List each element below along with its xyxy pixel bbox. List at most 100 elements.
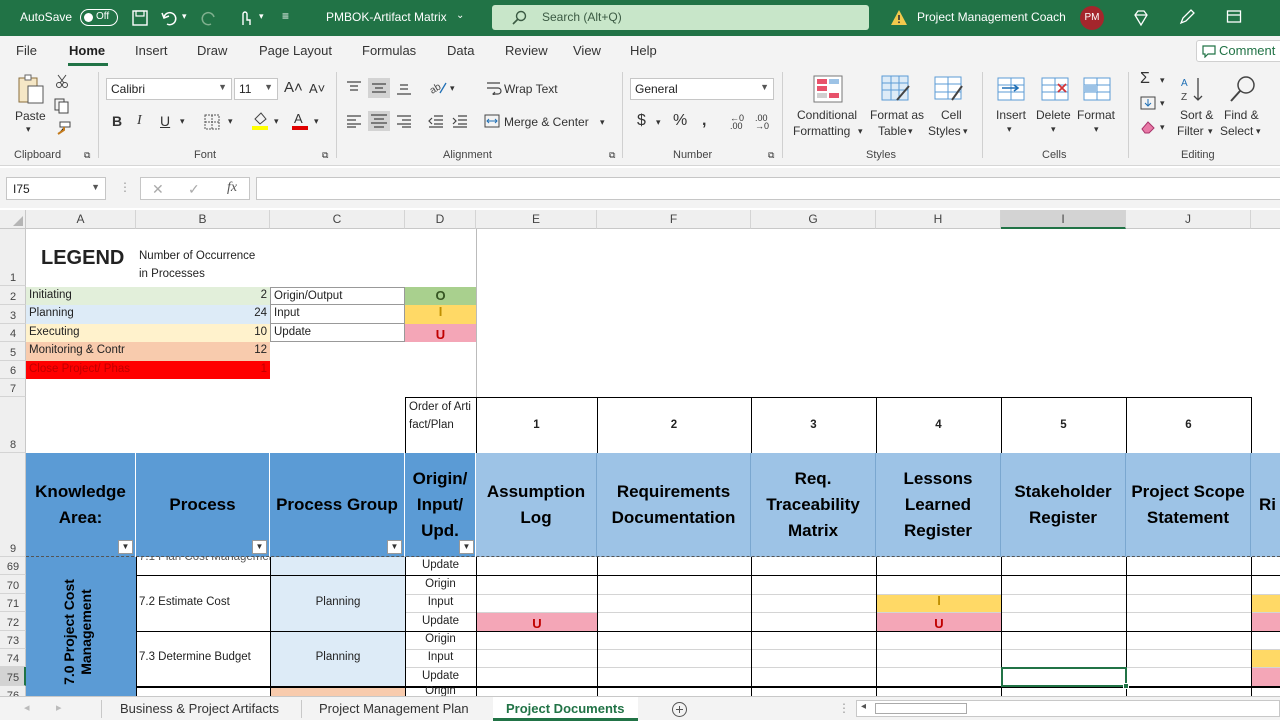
row-header[interactable]: 7 [0,379,26,397]
ribbon-display-icon[interactable] [1226,9,1242,25]
touch-mode-icon[interactable] [236,9,254,27]
merge-center-label[interactable]: Merge & Center [504,115,589,129]
row-header[interactable]: 74 [0,649,26,667]
save-icon[interactable] [131,9,149,27]
font-color-icon[interactable]: A [292,111,308,131]
comments-button[interactable]: Comment [1196,40,1280,62]
clear-icon[interactable] [1140,120,1156,134]
menu-help[interactable]: Help [630,43,657,58]
insert-cells-icon[interactable] [996,76,1026,102]
fill-dropdown-icon[interactable]: ▾ [274,116,279,127]
menu-insert[interactable]: Insert [135,43,168,58]
orientation-dropdown-icon[interactable]: ▾ [450,83,455,94]
menu-view[interactable]: View [573,43,601,58]
font-color-dropdown-icon[interactable]: ▾ [314,116,319,127]
insert-cells-label[interactable]: Insert [996,108,1026,122]
find-select-label-1[interactable]: Find & [1224,108,1259,122]
menu-home[interactable]: Home [69,43,105,58]
scroll-right-icon[interactable]: ▸ [56,701,62,714]
menu-formulas[interactable]: Formulas [362,43,416,58]
menu-file[interactable]: File [16,43,37,58]
scroll-left-arrow-icon[interactable]: ◂ [861,701,866,712]
autosave-toggle[interactable]: Off [80,9,118,26]
delete-cells-icon[interactable] [1040,76,1070,102]
redo-icon[interactable] [200,9,218,27]
add-sheet-icon[interactable] [671,701,688,718]
row-header[interactable]: 71 [0,594,26,612]
sheet-tab[interactable]: Project Management Plan [319,701,469,716]
wrap-text-icon[interactable] [486,81,502,95]
merge-center-icon[interactable] [484,114,500,128]
alignment-launcher-icon[interactable]: ⧉ [609,150,615,161]
orientation-icon[interactable]: ab [428,78,448,96]
increase-font-icon[interactable]: A˄ [284,79,303,96]
wrap-text-label[interactable]: Wrap Text [504,82,558,96]
sort-filter-label-1[interactable]: Sort & [1180,108,1213,122]
cell-styles-label-1[interactable]: Cell [941,108,962,122]
column-header-h[interactable]: H [876,210,1001,229]
align-left-icon[interactable] [346,114,362,128]
conditional-dropdown-icon[interactable]: ▾ [858,126,863,137]
borders-icon[interactable] [204,114,220,130]
delete-dropdown-icon[interactable]: ▾ [1051,124,1056,135]
row-header[interactable]: 8 [0,397,26,453]
underline-icon[interactable]: U [160,113,170,129]
autosum-dropdown-icon[interactable]: ▾ [1160,75,1165,86]
autosum-icon[interactable]: Σ [1140,70,1150,88]
font-size-select[interactable]: 11 ▼ [234,78,278,100]
format-table-dropdown-icon[interactable]: ▾ [908,126,913,137]
paste-label[interactable]: Paste [15,109,46,123]
clear-dropdown-icon[interactable]: ▾ [1160,122,1165,133]
align-center-icon[interactable] [368,111,390,131]
undo-dropdown-icon[interactable]: ▾ [182,11,187,22]
increase-indent-icon[interactable] [452,114,468,128]
cell-styles-dropdown-icon[interactable]: ▾ [963,126,968,137]
row-header[interactable]: 4 [0,324,26,342]
column-header-k[interactable] [1251,210,1280,229]
currency-icon[interactable]: $ [637,112,646,130]
format-cells-icon[interactable] [1082,76,1112,102]
fill-icon[interactable] [1140,96,1156,110]
cancel-icon[interactable]: ✕ [152,181,164,198]
customize-qat-icon[interactable]: ≡ [282,9,289,23]
align-top-icon[interactable] [346,80,362,94]
enter-icon[interactable]: ✓ [188,181,200,198]
number-launcher-icon[interactable]: ⧉ [768,150,774,161]
format-painter-icon[interactable] [54,121,72,137]
sort-filter-label-2[interactable]: Filter [1177,124,1204,138]
find-select-label-2[interactable]: Select [1220,124,1253,138]
underline-dropdown-icon[interactable]: ▾ [180,116,185,127]
cell-styles-icon[interactable] [934,74,964,104]
menu-review[interactable]: Review [505,43,548,58]
row-header[interactable]: 9 [0,453,26,557]
scrollbar-thumb[interactable] [875,703,967,714]
format-as-table-label-1[interactable]: Format as [870,108,924,122]
find-select-dropdown-icon[interactable]: ▾ [1256,126,1261,137]
sort-filter-dropdown-icon[interactable]: ▾ [1208,126,1213,137]
worksheet-grid[interactable]: A B C D E F G H I J 1 2 3 4 5 6 7 8 9 69… [0,210,1280,696]
scroll-left-icon[interactable]: ◂ [24,701,30,714]
currency-dropdown-icon[interactable]: ▾ [656,117,661,128]
decrease-font-icon[interactable]: A˅ [309,81,325,96]
warning-icon[interactable] [890,9,908,26]
percent-icon[interactable]: % [673,112,687,130]
row-header[interactable]: 72 [0,612,26,631]
sheet-tab-active[interactable]: Project Documents [506,701,624,716]
name-box[interactable]: I75 ▼ [6,177,106,200]
paste-dropdown-icon[interactable]: ▾ [26,124,31,135]
row-header[interactable]: 70 [0,575,26,594]
file-name-chevron-icon[interactable]: ⌄ [456,10,464,21]
file-name[interactable]: PMBOK-Artifact Matrix [326,10,447,24]
bold-icon[interactable]: B [112,113,122,129]
find-select-icon[interactable] [1228,74,1258,104]
align-bottom-icon[interactable] [396,82,412,96]
column-header-b[interactable]: B [136,210,270,229]
fill-handle[interactable] [1123,683,1129,689]
row-header[interactable]: 73 [0,631,26,649]
row-header[interactable]: 1 [0,229,26,286]
menu-data[interactable]: Data [447,43,474,58]
insert-function-icon[interactable]: fx [227,180,237,196]
filter-dropdown-icon[interactable]: ▼ [252,540,267,554]
coach-label[interactable]: Project Management Coach [917,10,1066,24]
font-name-select[interactable]: Calibri ▼ [106,78,232,100]
